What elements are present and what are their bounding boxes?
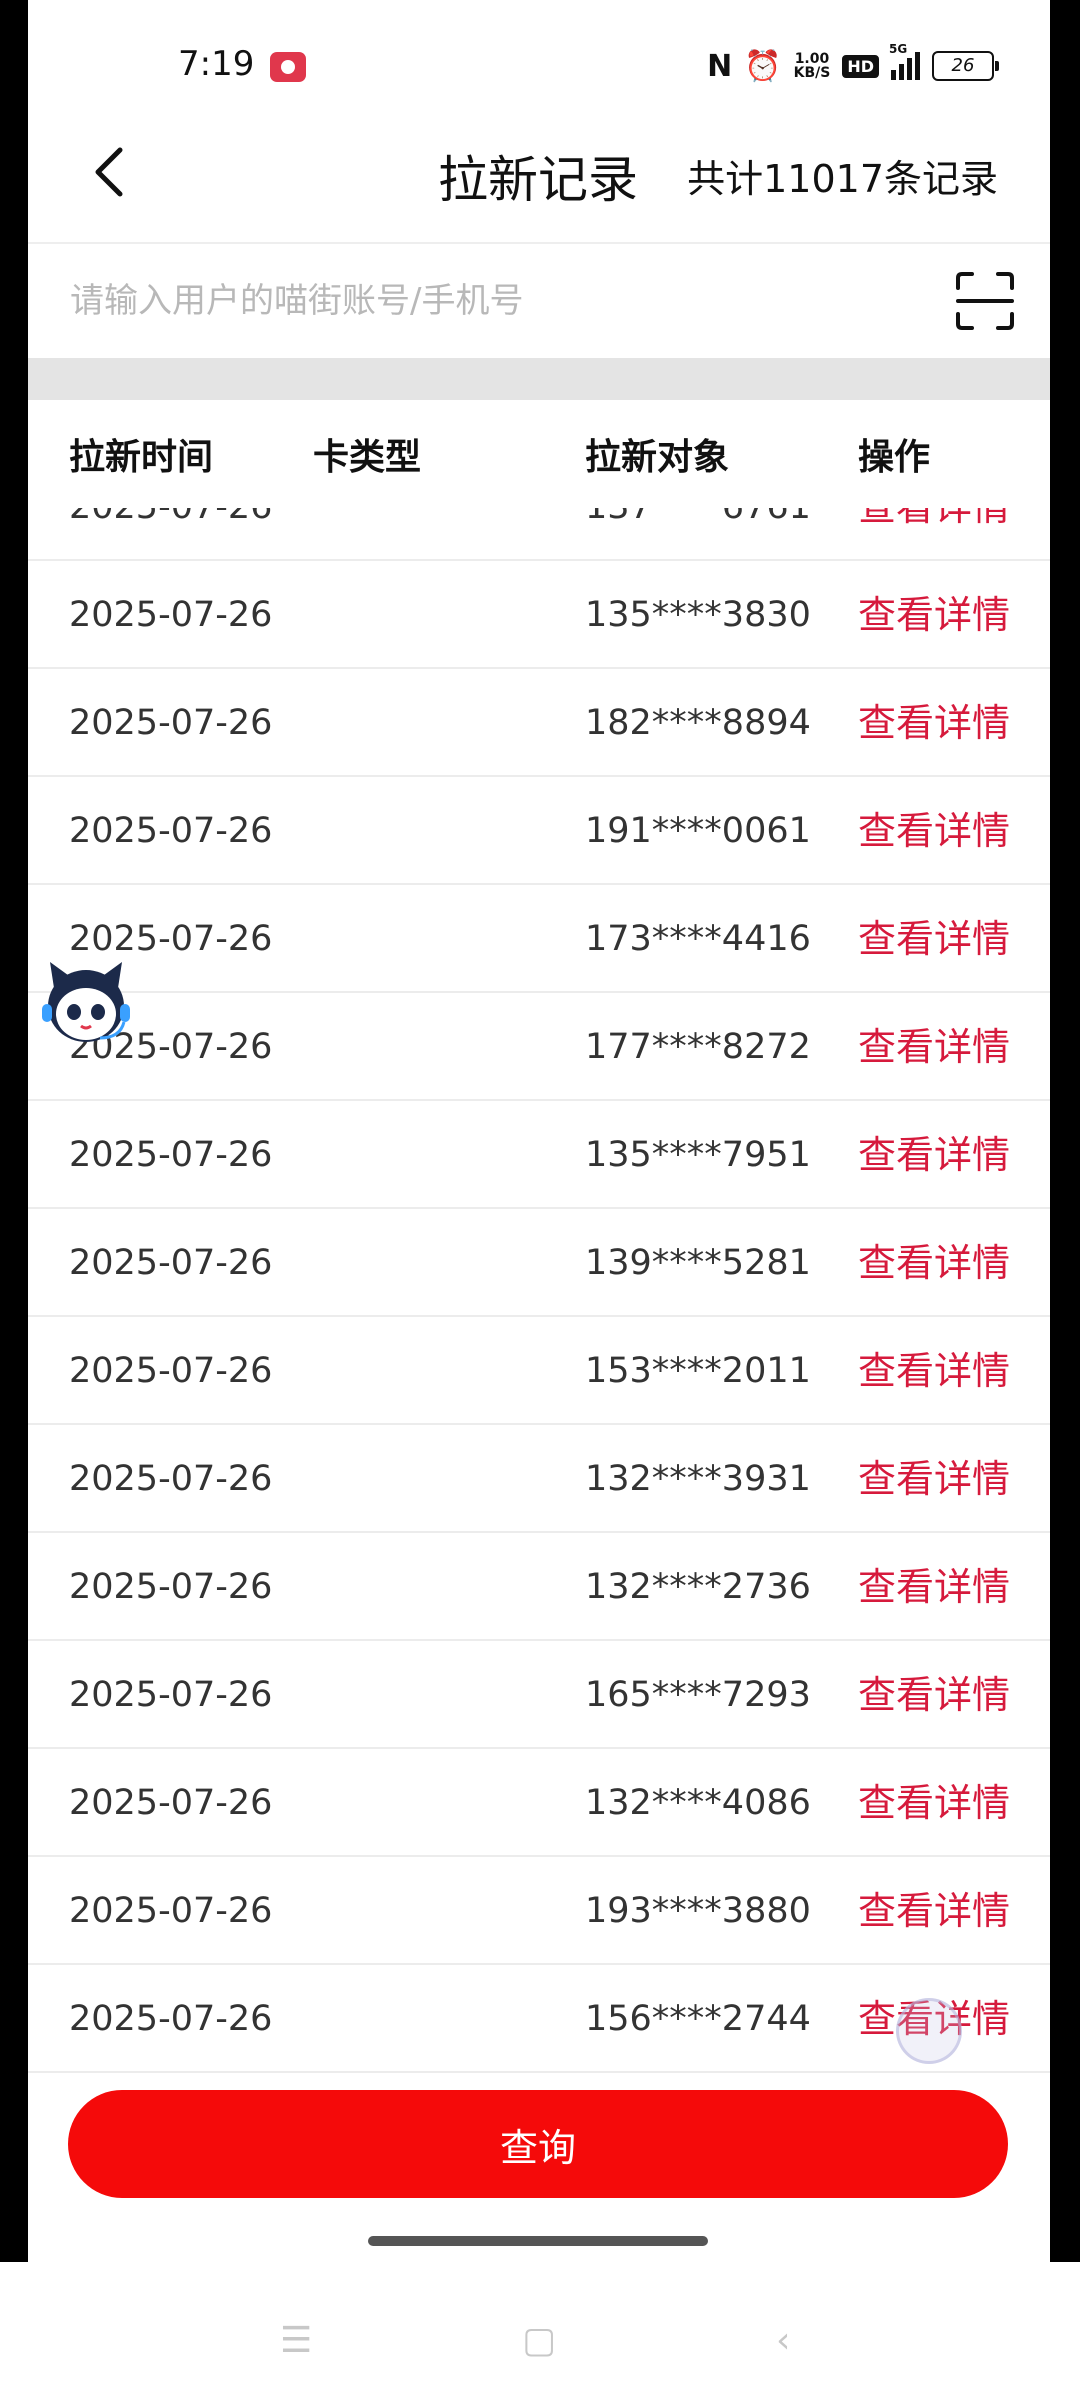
table-row: 2025-07-26 165****7293 查看详情 xyxy=(28,1641,1050,1749)
customer-service-avatar-icon[interactable] xyxy=(36,958,136,1050)
table-row: 2025-07-26 191****0061 查看详情 xyxy=(28,777,1050,885)
row-target: 153****2011 xyxy=(585,1351,811,1391)
row-date: 2025-07-26 xyxy=(69,1243,273,1283)
view-details-link[interactable]: 查看详情 xyxy=(858,1749,1010,1857)
hd-icon: HD xyxy=(842,54,879,78)
alarm-icon: ⏰ xyxy=(744,48,782,84)
status-icons: N ⏰ 1.00 KB/S HD 5G 26 xyxy=(707,42,999,86)
home-indicator[interactable] xyxy=(368,2236,708,2246)
view-details-link[interactable]: 查看详情 xyxy=(858,561,1010,669)
row-date: 2025-07-26 xyxy=(69,1675,273,1715)
column-header-action: 操作 xyxy=(858,437,931,478)
row-target: 132****4086 xyxy=(585,1783,811,1823)
row-date: 2025-07-26 xyxy=(69,1999,273,2039)
column-header-card-type: 卡类型 xyxy=(313,437,422,478)
row-target: 135****3830 xyxy=(585,595,811,635)
touch-ripple xyxy=(896,1998,962,2064)
view-details-link[interactable]: 查看详情 xyxy=(858,508,1010,561)
view-details-link[interactable]: 查看详情 xyxy=(858,669,1010,777)
row-target: 193****3880 xyxy=(585,1891,811,1931)
network-type: 5G xyxy=(889,42,908,56)
row-date: 2025-07-26 xyxy=(69,508,272,561)
search-bar xyxy=(28,242,1050,358)
home-icon[interactable]: ▢ xyxy=(522,2320,556,2361)
table-row: 2025-07-26 177****8272 查看详情 xyxy=(28,993,1050,1101)
table-row: 2025-07-26 182****8894 查看详情 xyxy=(28,669,1050,777)
system-nav-bar: ☰ ▢ ‹ xyxy=(0,2262,1080,2400)
row-target: 137****6761 xyxy=(585,508,811,561)
row-date: 2025-07-26 xyxy=(69,811,273,851)
view-details-link[interactable]: 查看详情 xyxy=(858,1101,1010,1209)
nfc-icon: N xyxy=(707,48,733,84)
row-date: 2025-07-26 xyxy=(69,1783,273,1823)
row-date: 2025-07-26 xyxy=(69,1459,273,1499)
view-details-link[interactable]: 查看详情 xyxy=(858,1641,1010,1749)
menu-icon[interactable]: ☰ xyxy=(280,2320,312,2361)
column-header-time: 拉新时间 xyxy=(69,437,214,478)
row-target: 182****8894 xyxy=(585,703,811,743)
signal-icon: 5G xyxy=(889,42,920,80)
table-row: 2025-07-26 132****2736 查看详情 xyxy=(28,1533,1050,1641)
network-speed-unit: KB/S xyxy=(793,65,831,81)
record-count: 共计11017条记录 xyxy=(687,157,998,201)
row-target: 139****5281 xyxy=(585,1243,811,1283)
table-row: 2025-07-26 132****3931 查看详情 xyxy=(28,1425,1050,1533)
page-title: 拉新记录 xyxy=(438,151,638,209)
search-input[interactable] xyxy=(68,268,932,334)
view-details-link[interactable]: 查看详情 xyxy=(858,885,1010,993)
view-details-link[interactable]: 查看详情 xyxy=(858,1209,1010,1317)
network-speed: 1.00 KB/S xyxy=(794,52,831,80)
row-target: 132****3931 xyxy=(585,1459,811,1499)
table-row: 2025-07-26 156****2744 查看详情 xyxy=(28,1965,1050,2073)
row-target: 191****0061 xyxy=(585,811,811,851)
row-date: 2025-07-26 xyxy=(69,1891,273,1931)
table-row: 2025-07-26 137****6761 查看详情 xyxy=(28,508,1050,561)
row-date: 2025-07-26 xyxy=(69,1567,273,1607)
table-row: 2025-07-26 153****2011 查看详情 xyxy=(28,1317,1050,1425)
view-details-link[interactable]: 查看详情 xyxy=(858,1425,1010,1533)
table-row: 2025-07-26 132****4086 查看详情 xyxy=(28,1749,1050,1857)
row-target: 132****2736 xyxy=(585,1567,811,1607)
screen-record-icon xyxy=(270,52,306,82)
battery-icon: 26 xyxy=(932,51,999,81)
row-target: 156****2744 xyxy=(585,1999,811,2039)
table-row: 2025-07-26 139****5281 查看详情 xyxy=(28,1209,1050,1317)
scan-icon[interactable] xyxy=(954,270,1016,332)
view-details-link[interactable]: 查看详情 xyxy=(858,993,1010,1101)
back-arrow-icon[interactable] xyxy=(82,142,142,202)
view-details-link[interactable]: 查看详情 xyxy=(858,1533,1010,1641)
back-icon[interactable]: ‹ xyxy=(776,2320,790,2361)
table-row: 2025-07-26 135****7951 查看详情 xyxy=(28,1101,1050,1209)
status-time: 7:19 xyxy=(178,44,255,84)
page-header: 拉新记录 共计11017条记录 xyxy=(28,120,1050,244)
row-date: 2025-07-26 xyxy=(69,703,273,743)
record-list[interactable]: 2025-07-26 137****6761 查看详情 2025-07-26 135**… xyxy=(28,508,1050,2078)
row-date: 2025-07-26 xyxy=(69,1135,273,1175)
section-divider xyxy=(28,358,1050,400)
view-details-link[interactable]: 查看详情 xyxy=(858,777,1010,885)
view-details-link[interactable]: 查看详情 xyxy=(858,1317,1010,1425)
column-header-target: 拉新对象 xyxy=(585,437,730,478)
row-target: 135****7951 xyxy=(585,1135,811,1175)
table-row: 2025-07-26 193****3880 查看详情 xyxy=(28,1857,1050,1965)
row-target: 165****7293 xyxy=(585,1675,811,1715)
query-button[interactable]: 查询 xyxy=(68,2090,1008,2198)
record-rows: 2025-07-26 137****6761 查看详情 2025-07-26 135**… xyxy=(28,508,1050,2073)
table-row: 2025-07-26 135****3830 查看详情 xyxy=(28,561,1050,669)
row-target: 177****8272 xyxy=(585,1027,811,1067)
status-bar: 7:19 N ⏰ 1.00 KB/S HD 5G 26 xyxy=(28,0,1050,120)
row-date: 2025-07-26 xyxy=(69,595,273,635)
table-row: 2025-07-26 173****4416 查看详情 xyxy=(28,885,1050,993)
table-header: 拉新时间 卡类型 拉新对象 操作 xyxy=(28,400,1050,508)
app-screen: 7:19 N ⏰ 1.00 KB/S HD 5G 26 拉新记录 共计11017… xyxy=(28,0,1050,2262)
view-details-link[interactable]: 查看详情 xyxy=(858,1857,1010,1965)
row-target: 173****4416 xyxy=(585,919,811,959)
row-date: 2025-07-26 xyxy=(69,1351,273,1391)
